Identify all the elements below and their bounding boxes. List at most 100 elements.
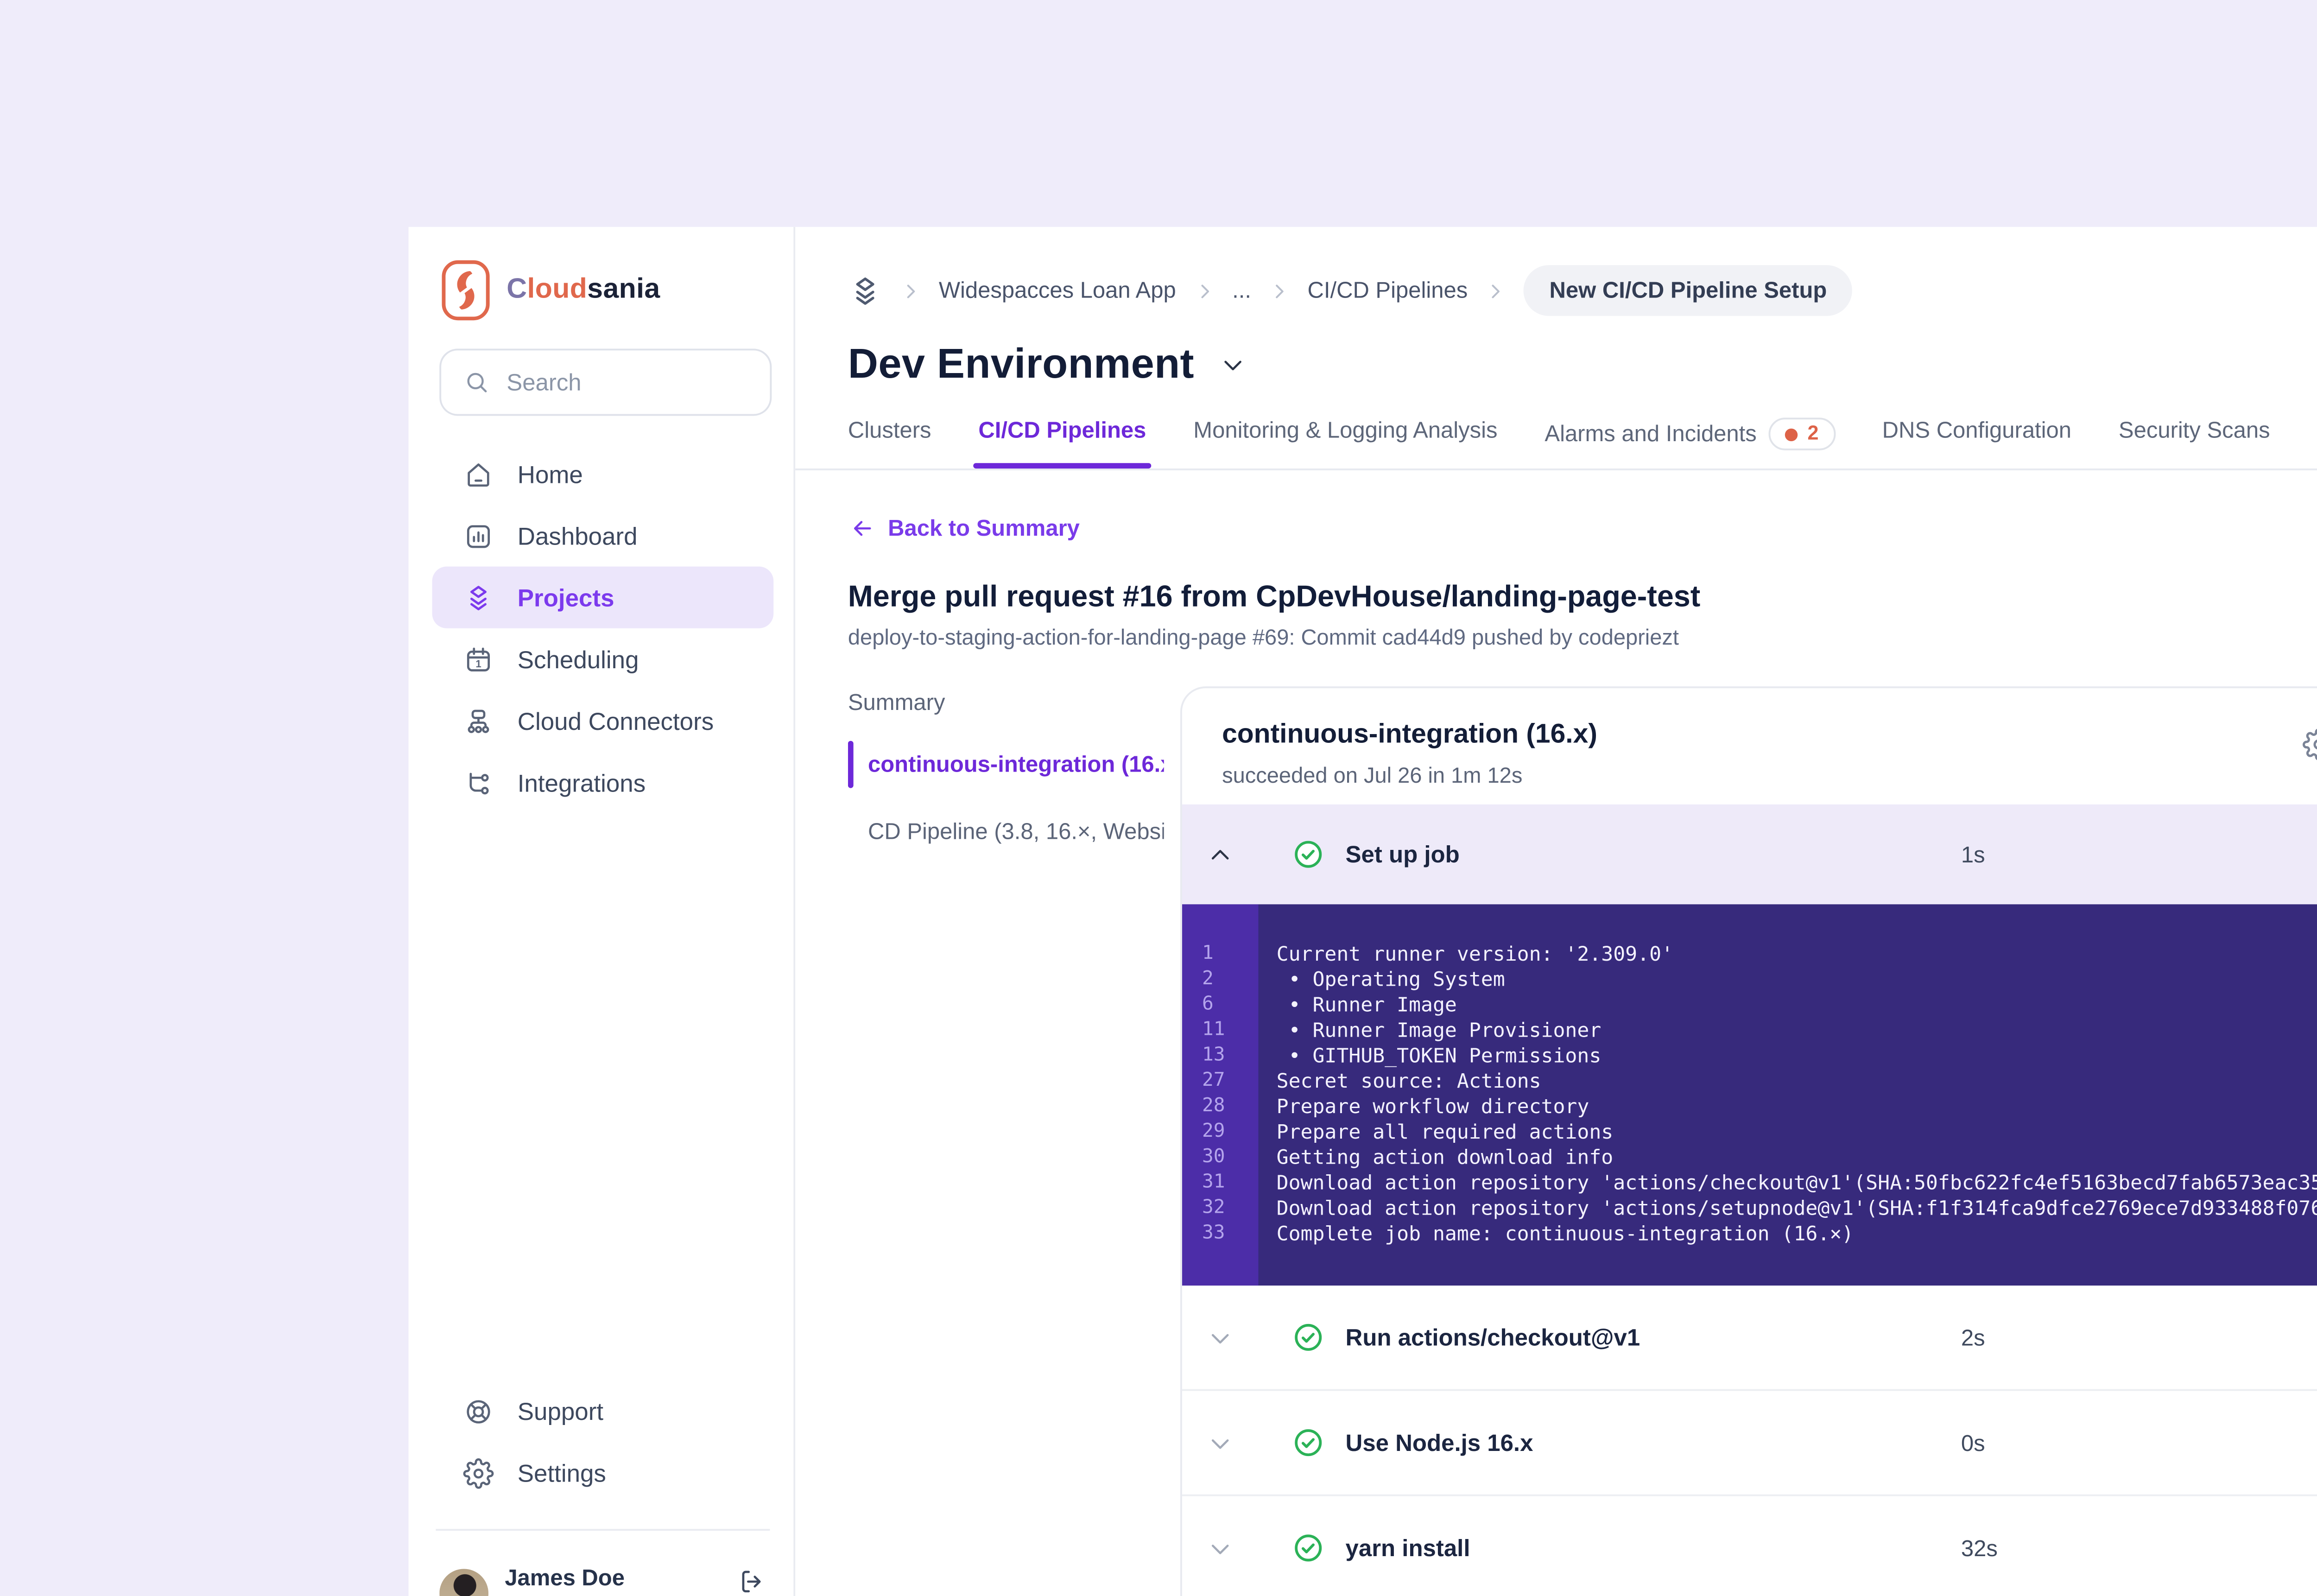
chevron-down-icon[interactable] [1208, 1430, 1233, 1456]
log-line: 32 Download action repository 'actions/s… [1182, 1195, 2317, 1220]
log-line-text: Complete job name: continuous-integratio… [1276, 1221, 1854, 1245]
check-circle-icon [1293, 1533, 1324, 1564]
tab-security-scans[interactable]: Security Scans [2119, 418, 2270, 465]
chevron-down-icon[interactable] [1208, 1535, 1233, 1561]
log-line: 13 • GITHUB_TOKEN Permissions [1182, 1042, 2317, 1068]
chevron-right-icon [901, 280, 921, 300]
search-placeholder: Search [506, 368, 582, 396]
tab-label: CI/CD Pipelines [978, 418, 1146, 443]
tab-label: Monitoring & Logging Analysis [1193, 418, 1498, 443]
sidebar-item-icon [463, 520, 494, 551]
log-line-number: 30 [1202, 1146, 1225, 1168]
log-line-number: 6 [1202, 993, 1214, 1015]
gear-icon[interactable] [2302, 728, 2317, 761]
incident-badge: 2 [1769, 418, 1835, 450]
log-line: 11 • Runner Image Provisioner [1182, 1017, 2317, 1042]
breadcrumb-current[interactable]: New CI/CD Pipeline Setup [1524, 265, 1853, 316]
sidebar-item-support[interactable]: Support [432, 1380, 774, 1442]
breadcrumb-item-[interactable]: ... [1194, 278, 1252, 304]
sidebar-item-home[interactable]: Home [432, 443, 774, 505]
sidebar-item-label: Dashboard [517, 522, 638, 550]
job-nav: Summary continuous-integration (16.x) CD… [848, 681, 1164, 859]
log-line-text: Current runner version: '2.309.0' [1276, 941, 1673, 965]
tab-alarms-and-incidents[interactable]: Alarms and Incidents 2 [1545, 418, 1835, 472]
layers-icon [848, 273, 882, 308]
sidebar-item-label: Home [517, 460, 583, 488]
breadcrumb-item-widespacces-loan-app[interactable]: Widespacces Loan App [901, 278, 1176, 303]
log-lines: 1 Current runner version: '2.309.0' 2 • … [1182, 904, 2317, 1246]
tab-monitoring-logging-analysis[interactable]: Monitoring & Logging Analysis [1193, 418, 1497, 465]
job-nav-item-cd-pipeline-3-8-16-website[interactable]: CD Pipeline (3.8, 16.×, Website, [848, 804, 1164, 859]
breadcrumb-item-ci-cd-pipelines[interactable]: CI/CD Pipelines [1269, 278, 1468, 303]
log-line-number: 2 [1202, 968, 1214, 990]
sidebar: Cloudsania Search Home Dashboard Project… [408, 227, 796, 1596]
sidebar-item-settings[interactable]: Settings [432, 1442, 774, 1503]
log-line: 6 • Runner Image [1182, 991, 2317, 1017]
tab-label: DNS Configuration [1882, 418, 2072, 443]
step-name: Set up job [1345, 841, 1460, 868]
sidebar-divider [436, 1529, 770, 1531]
sidebar-item-projects[interactable]: Projects [432, 566, 774, 628]
log-line: 1 Current runner version: '2.309.0' [1182, 941, 2317, 966]
log-line: 30 Getting action download info [1182, 1144, 2317, 1170]
sidebar-item-integrations[interactable]: Integrations [432, 752, 774, 813]
check-circle-icon [1293, 1322, 1324, 1353]
chevron-down-icon[interactable] [1220, 351, 1245, 377]
tab-ci-cd-pipelines[interactable]: CI/CD Pipelines [973, 418, 1152, 469]
tab-clusters[interactable]: Clusters [848, 418, 931, 465]
sidebar-item-label: Settings [517, 1459, 606, 1487]
app-window: Cloudsania Search Home Dashboard Project… [408, 227, 2317, 1596]
step-duration: 32s [1961, 1535, 1998, 1561]
user-card[interactable]: James Doe james@pensania.com [439, 1549, 766, 1596]
brand-name: Cloudsania [506, 273, 660, 304]
brand-logo-icon [441, 260, 490, 321]
job-nav-items: continuous-integration (16.x) CD Pipelin… [848, 737, 1164, 859]
log-line-text: Prepare workflow directory [1276, 1094, 1589, 1118]
step-row-use-node-js-16-x[interactable]: Use Node.js 16.x 0s [1182, 1391, 2317, 1496]
sidebar-item-dashboard[interactable]: Dashboard [432, 505, 774, 566]
sidebar-item-cloud-connectors[interactable]: Cloud Connectors [432, 690, 774, 752]
sidebar-item-icon [463, 458, 494, 489]
sidebar-item-label: Projects [517, 583, 614, 611]
chevron-up-icon[interactable] [1208, 842, 1233, 867]
search-input[interactable]: Search [439, 348, 772, 416]
alert-dot-icon [1785, 427, 1798, 441]
logout-icon[interactable] [737, 1567, 766, 1596]
log-line-text: • Operating System [1276, 967, 1505, 991]
log-line-text: • GITHUB_TOKEN Permissions [1276, 1043, 1602, 1067]
back-to-summary-link[interactable]: Back to Summary [850, 516, 1080, 541]
tab-dns-configuration[interactable]: DNS Configuration [1882, 418, 2071, 465]
arrow-left-icon [850, 516, 875, 541]
check-circle-icon [1293, 1427, 1324, 1458]
sidebar-item-scheduling[interactable]: 1 Scheduling [432, 628, 774, 690]
svg-text:1: 1 [475, 657, 481, 669]
step-duration: 2s [1961, 1324, 1985, 1350]
step-row-run-actions-checkout-v1[interactable]: Run actions/checkout@v1 2s [1182, 1286, 2317, 1391]
step-name: yarn install [1345, 1534, 1470, 1562]
job-nav-summary[interactable]: Summary [848, 681, 1164, 724]
step-row-set-up-job[interactable]: Set up job 1s [1182, 804, 2317, 905]
run-subtitle: deploy-to-staging-action-for-landing-pag… [848, 624, 1679, 650]
main-content: Widespacces Loan App ... CI/CD Pipelines… [795, 227, 2317, 1596]
check-circle-icon [1293, 839, 1324, 870]
sidebar-item-icon [463, 1457, 494, 1488]
log-line: 2 • Operating System [1182, 966, 2317, 992]
log-line: 28 Prepare workflow directory [1182, 1093, 2317, 1119]
step-row-yarn-install[interactable]: yarn install 32s [1182, 1496, 2317, 1596]
sidebar-item-icon [463, 1395, 494, 1426]
breadcrumb-label: ... [1232, 278, 1252, 304]
sidebar-item-icon [463, 767, 494, 798]
job-nav-item-continuous-integration-16-x[interactable]: continuous-integration (16.x) [848, 737, 1164, 792]
log-line-number: 31 [1202, 1171, 1225, 1193]
tab-label: Security Scans [2118, 418, 2270, 443]
page-title: Dev Environment [848, 339, 1194, 387]
log-line-number: 27 [1202, 1069, 1225, 1091]
log-line: 31 Download action repository 'actions/c… [1182, 1169, 2317, 1195]
log-line-number: 13 [1202, 1044, 1225, 1066]
step-duration: 1s [1961, 842, 1985, 868]
chevron-right-icon [1269, 280, 1289, 300]
incident-count: 2 [1807, 423, 1819, 445]
chevron-down-icon[interactable] [1208, 1324, 1233, 1350]
chevron-right-icon [1486, 280, 1506, 300]
log-line-text: Download action repository 'actions/chec… [1276, 1170, 2317, 1194]
